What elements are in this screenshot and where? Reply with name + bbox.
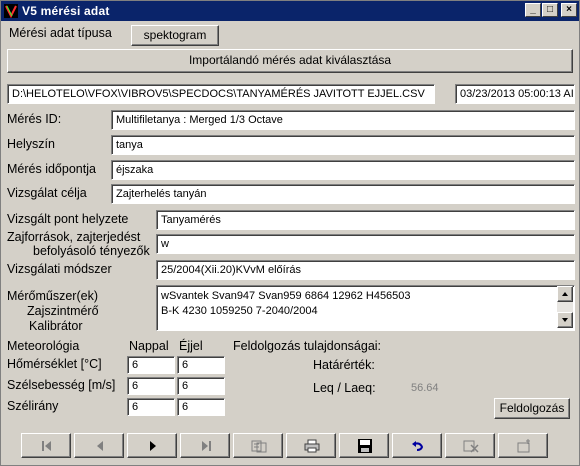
scroll-down-icon[interactable]: [557, 312, 573, 328]
app-icon: [4, 4, 18, 18]
import-button[interactable]: Importálandó mérés adat kiválasztása: [7, 49, 573, 73]
meres-tipus-label: Mérési adat típusa: [9, 26, 112, 40]
meromuszer-line-1: wSvantek Svan947 Svan959 6864 12962 H456…: [161, 290, 411, 302]
new-record-button[interactable]: [498, 433, 548, 458]
search-records-icon: [251, 440, 267, 453]
next-record-button[interactable]: [127, 433, 177, 458]
scroll-up-icon[interactable]: [557, 286, 573, 302]
cel-label: Vizsgálat célja: [7, 186, 87, 200]
leq-label: Leq / Laeq:: [313, 381, 376, 395]
close-icon[interactable]: ×: [561, 3, 577, 17]
nappal-header: Nappal: [129, 339, 169, 353]
next-record-icon: [150, 441, 156, 451]
pont-field[interactable]: Tanyamérés: [156, 210, 575, 230]
szelsebesseg-ejjel-field[interactable]: 6: [177, 377, 225, 395]
helyszin-label: Helyszín: [7, 137, 55, 151]
scrollbar[interactable]: [557, 286, 573, 328]
delete-icon: [463, 440, 479, 453]
search-records-button[interactable]: [233, 433, 283, 458]
file-path-field[interactable]: D:\HELOTELO\VFOX\VIBROV5\SPECDOCS\TANYAM…: [7, 84, 435, 104]
meromuszer-textarea[interactable]: wSvantek Svan947 Svan959 6864 12962 H456…: [156, 285, 575, 331]
print-icon: [304, 439, 320, 453]
main-window: V5 mérési adat _ □ × Mérési adat típusa …: [0, 0, 580, 466]
zajforras-label-1: Zajforrások, zajterjedést: [7, 230, 141, 244]
undo-icon: [412, 441, 424, 451]
spektogram-button[interactable]: spektogram: [131, 25, 219, 46]
title-bar[interactable]: V5 mérési adat _ □ ×: [1, 1, 579, 21]
cel-field[interactable]: Zajterhelés tanyán: [111, 184, 575, 204]
homerseklet-ejjel-field[interactable]: 6: [177, 356, 225, 374]
idopont-label: Mérés időpontja: [7, 162, 96, 176]
prev-record-button[interactable]: [74, 433, 124, 458]
feldolgozas-button[interactable]: Feldolgozás: [494, 398, 570, 419]
maximize-icon[interactable]: □: [542, 3, 558, 17]
minimize-icon[interactable]: _: [525, 3, 541, 17]
meromuszer-line-2: B-K 4230 1059250 7-2040/2004: [161, 305, 318, 317]
meteo-title: Meteorológia: [7, 339, 80, 353]
save-button[interactable]: [339, 433, 389, 458]
last-record-button[interactable]: [180, 433, 230, 458]
helyszin-field[interactable]: tanya: [111, 135, 575, 155]
meres-id-label: Mérés ID:: [7, 112, 62, 126]
meres-id-field[interactable]: Multifiletanya : Merged 1/3 Octave: [111, 110, 575, 130]
prev-record-icon: [97, 441, 103, 451]
first-record-button[interactable]: [21, 433, 71, 458]
szelirany-label: Szélirány: [7, 399, 59, 413]
feldolgozas-title: Feldolgozás tulajdonságai:: [233, 339, 382, 353]
kalibrator-label: Kalibrátor: [29, 319, 83, 333]
undo-button[interactable]: [392, 433, 442, 458]
zajforras-label-2: befolyásoló tényezők: [33, 244, 150, 258]
datetime-field[interactable]: 03/23/2013 05:00:13 AI: [455, 84, 575, 104]
modszer-field[interactable]: 25/2004(Xii.20)KVvM előírás: [156, 260, 575, 280]
szelirany-ejjel-field[interactable]: 6: [177, 398, 225, 416]
meromuszer-label: Mérőműszer(ek): [7, 289, 98, 303]
first-record-icon: [42, 441, 51, 451]
hatarertek-label: Határérték:: [313, 358, 375, 372]
szelirany-nappal-field[interactable]: 6: [127, 398, 175, 416]
zajszintmero-label: Zajszintmérő: [27, 304, 99, 318]
szelsebesseg-label: Szélsebesség [m/s]: [7, 378, 116, 392]
ejjel-header: Éjjel: [179, 339, 203, 353]
pont-label: Vizsgált pont helyzete: [7, 212, 129, 226]
last-record-icon: [202, 441, 211, 451]
new-record-icon: [517, 439, 530, 453]
homerseklet-label: Hőmérséklet [°C]: [7, 357, 102, 371]
zajforras-field[interactable]: w: [156, 234, 575, 254]
print-button[interactable]: [286, 433, 336, 458]
modszer-label: Vizsgálati módszer: [7, 262, 112, 276]
window-title: V5 mérési adat: [22, 4, 110, 18]
save-icon: [358, 439, 372, 453]
leq-value: 56.64: [411, 382, 439, 394]
idopont-field[interactable]: éjszaka: [111, 160, 575, 180]
szelsebesseg-nappal-field[interactable]: 6: [127, 377, 175, 395]
homerseklet-nappal-field[interactable]: 6: [127, 356, 175, 374]
delete-button[interactable]: [445, 433, 495, 458]
